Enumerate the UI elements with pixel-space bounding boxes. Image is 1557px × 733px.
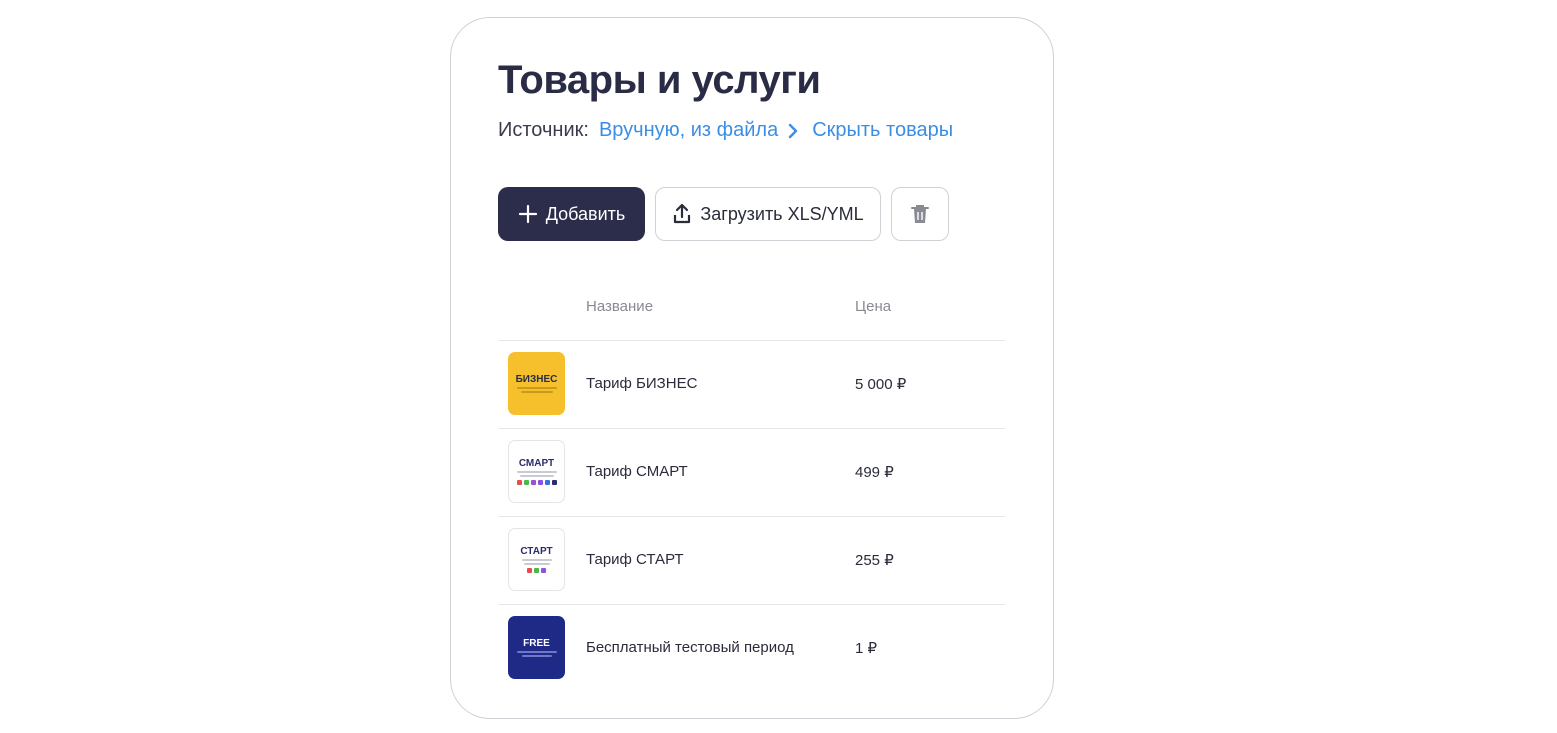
thumbnail-line: [520, 391, 553, 393]
source-line: Источник: Вручную, из файла Скрыть товар…: [498, 119, 953, 142]
table-row[interactable]: СТАРТ Тариф СТАРТ 255 ₽: [498, 517, 1005, 605]
table-row[interactable]: БИЗНЕС Тариф БИЗНЕС 5 000 ₽: [498, 341, 1005, 429]
add-button[interactable]: Добавить: [498, 187, 645, 241]
page-title: Товары и услуги: [498, 58, 821, 102]
thumbnail-label: FREE: [523, 638, 550, 649]
product-price: 499 ₽: [855, 464, 894, 481]
product-thumbnail: СМАРТ: [508, 440, 565, 503]
product-name: Тариф СМАРТ: [586, 463, 688, 480]
thumbnail-line: [521, 559, 552, 561]
table-row[interactable]: FREE Бесплатный тестовый период 1 ₽: [498, 605, 1005, 693]
product-price: 5 000 ₽: [855, 376, 907, 393]
product-price: 255 ₽: [855, 552, 894, 569]
product-name: Тариф СТАРТ: [586, 551, 684, 568]
trash-icon: [911, 205, 929, 223]
thumbnail-line: [519, 475, 554, 477]
source-label: Источник:: [498, 119, 589, 141]
table-header: Название Цена: [498, 286, 1005, 341]
products-card: Товары и услуги Источник: Вручную, из фа…: [450, 17, 1054, 719]
hide-products-link[interactable]: Скрыть товары: [812, 119, 953, 142]
thumbnail-label: БИЗНЕС: [515, 374, 558, 385]
upload-icon: [674, 203, 691, 224]
upload-button[interactable]: Загрузить XLS/YML: [655, 187, 881, 241]
column-header-price: Цена: [855, 298, 892, 315]
thumbnail-line: [521, 655, 552, 657]
thumbnail-line: [516, 651, 557, 653]
thumbnail-line: [523, 563, 550, 565]
add-button-label: Добавить: [545, 203, 626, 224]
product-price: 1 ₽: [855, 640, 878, 657]
product-name: Тариф БИЗНЕС: [586, 375, 698, 392]
thumbnail-dots: [527, 568, 546, 573]
upload-button-label: Загрузить XLS/YML: [700, 203, 864, 224]
table-row[interactable]: СМАРТ Тариф СМАРТ 499 ₽: [498, 429, 1005, 517]
product-thumbnail: СТАРТ: [508, 528, 565, 591]
product-thumbnail: БИЗНЕС: [508, 352, 565, 415]
column-header-name: Название: [586, 298, 654, 315]
chevron-right-icon[interactable]: [784, 122, 802, 140]
thumbnail-line: [516, 471, 557, 473]
plus-icon: [518, 204, 537, 224]
source-link[interactable]: Вручную, из файла: [599, 119, 778, 142]
thumbnail-label: СМАРТ: [518, 458, 555, 469]
thumbnail-line: [516, 387, 557, 389]
thumbnail-label: СТАРТ: [520, 546, 553, 557]
product-thumbnail: FREE: [508, 616, 565, 679]
thumbnail-dots: [516, 480, 557, 485]
delete-button[interactable]: [891, 187, 949, 241]
product-name: Бесплатный тестовый период: [586, 639, 794, 656]
